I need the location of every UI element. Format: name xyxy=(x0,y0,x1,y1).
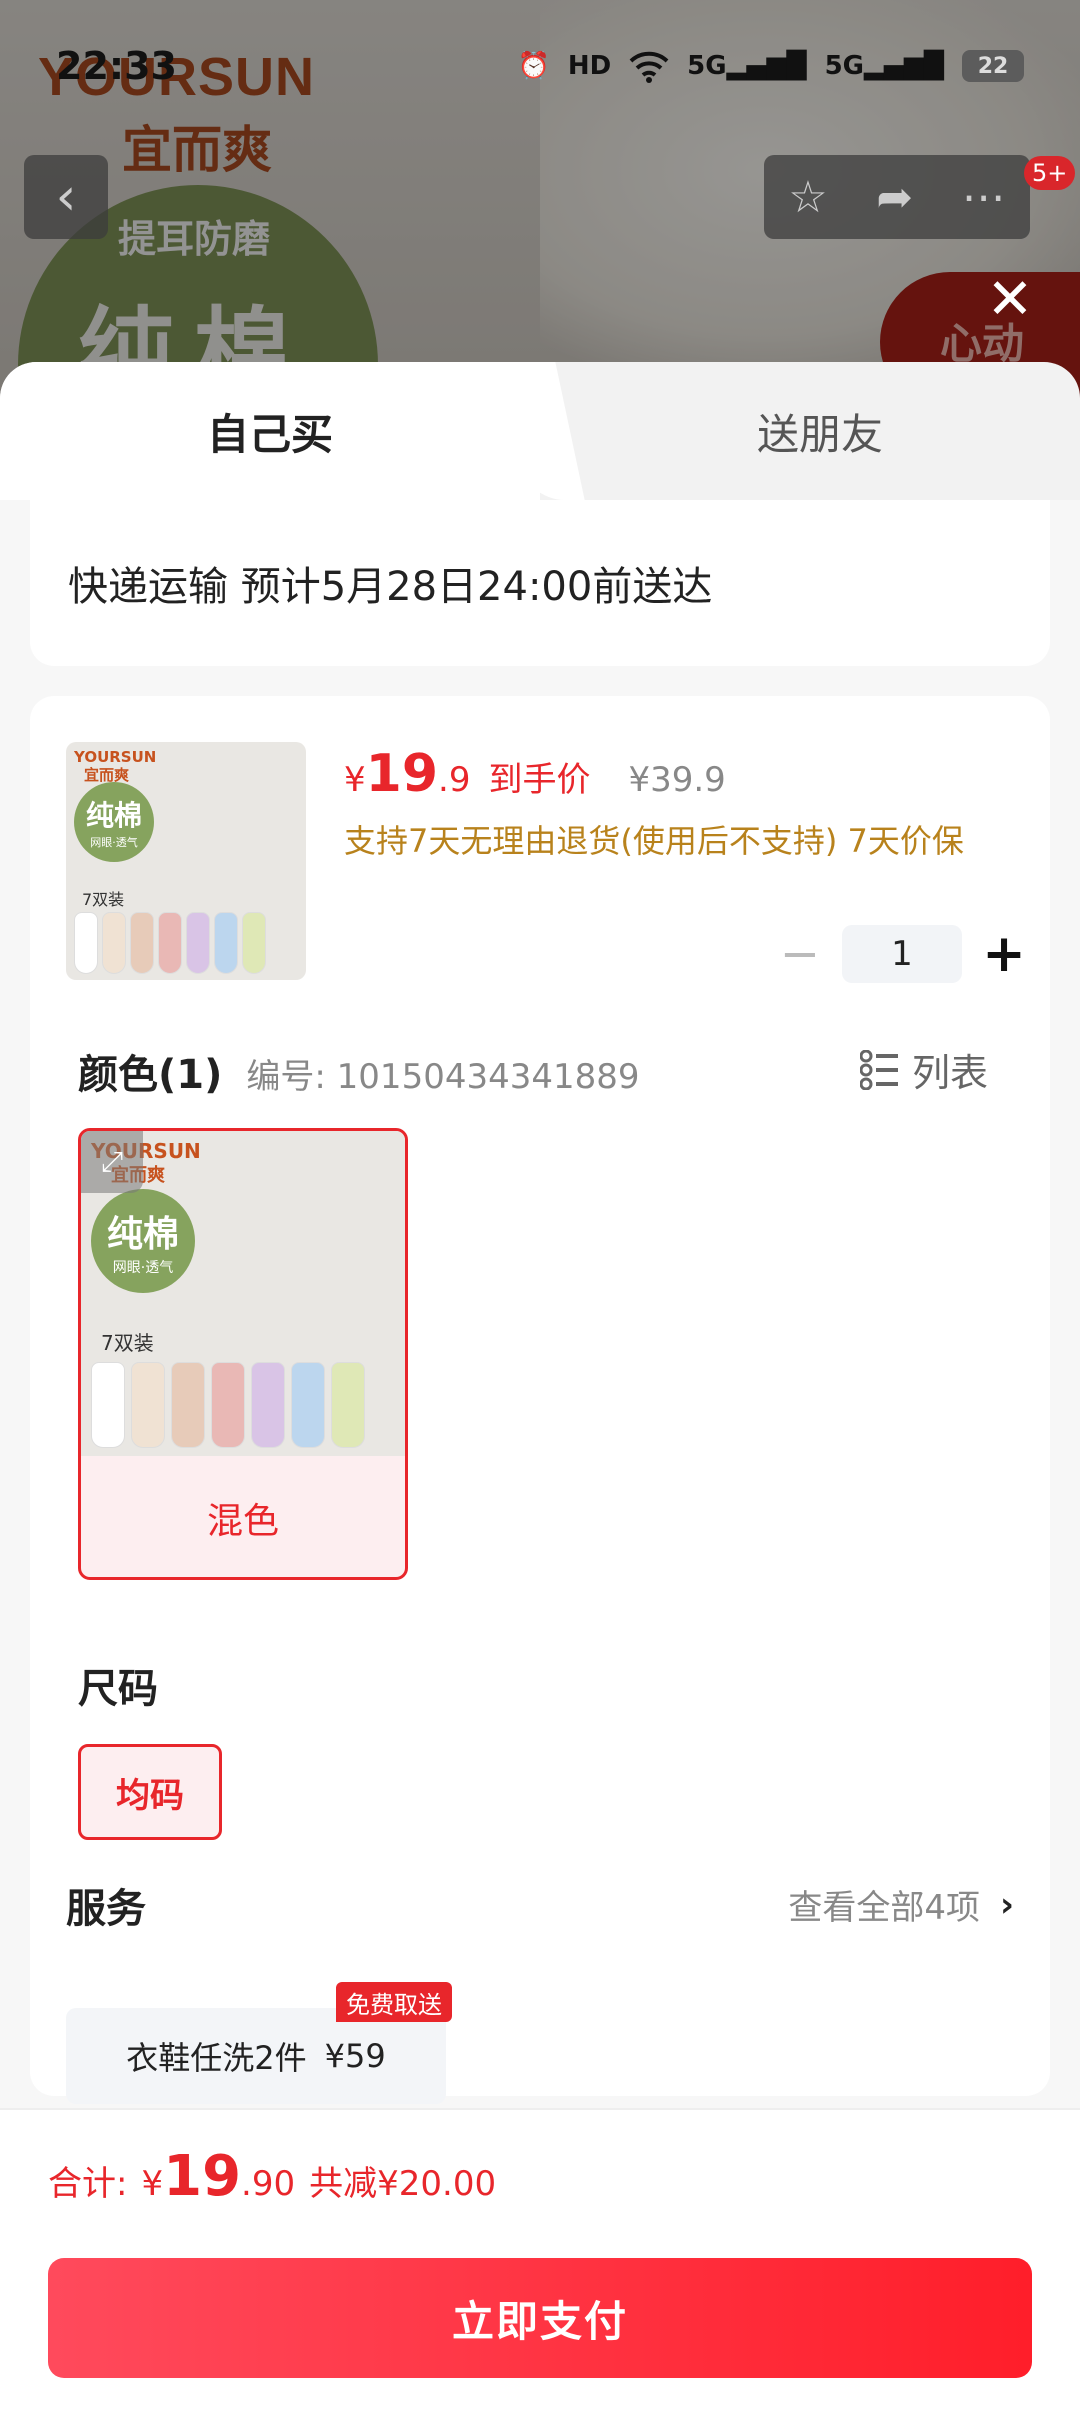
sock-swatch xyxy=(214,912,238,974)
thumb-socks xyxy=(74,912,266,974)
color-option-label: 混色 xyxy=(206,1501,279,1542)
tab-label: 自己买 xyxy=(206,409,333,459)
order-total: 合计: ¥ 19 .90 共减¥20.00 xyxy=(48,2144,496,2209)
close-icon[interactable]: ✕ xyxy=(982,272,1038,328)
list-view-label: 列表 xyxy=(911,1051,988,1095)
quantity-stepper: − 1 + xyxy=(770,924,1034,984)
total-integer: 19 xyxy=(163,2144,242,2209)
tab-label: 送朋友 xyxy=(756,409,883,459)
view-all-label: 查看全部4项 xyxy=(788,1888,980,1928)
color-header: 颜色(1) 编号: 10150434341889 列表 xyxy=(78,1042,1038,1100)
status-time: 22:33 xyxy=(56,44,177,88)
option-pairs: 7双装 xyxy=(101,1331,154,1355)
thumb-badge: 纯棉 网眼·透气 xyxy=(74,782,154,862)
sock-swatch xyxy=(291,1362,325,1448)
sku-selector-card: YOURSUN 宜而爽 纯棉 网眼·透气 7双装 ¥ 19 .9 到手价 ¥39.… xyxy=(30,696,1050,2104)
product-thumbnail[interactable]: YOURSUN 宜而爽 纯棉 网眼·透气 7双装 xyxy=(66,742,306,980)
more-icon[interactable]: ⋯ xyxy=(962,172,1006,223)
total-saving: 共减¥20.00 xyxy=(309,2164,497,2204)
option-socks xyxy=(91,1362,365,1448)
nav-actions: ☆ ➦ ⋯ xyxy=(764,155,1030,239)
sku-code: 编号: 10150434341889 xyxy=(246,1057,640,1097)
sock-swatch xyxy=(186,912,210,974)
chevron-right-icon: › xyxy=(999,1884,1014,1925)
price-currency: ¥ xyxy=(344,760,366,800)
sock-swatch xyxy=(211,1362,245,1448)
price-line: ¥ 19 .9 到手价 ¥39.9 xyxy=(344,744,726,804)
pay-now-button[interactable]: 立即支付 xyxy=(48,2258,1032,2378)
alarm-icon: ⏰ xyxy=(517,51,550,81)
sock-swatch xyxy=(251,1362,285,1448)
checkout-bar: 合计: ¥ 19 .90 共减¥20.00 立即支付 xyxy=(0,2108,1080,2412)
zoom-icon[interactable]: ⤢ xyxy=(81,1131,143,1193)
price-label: 到手价 xyxy=(488,760,591,800)
sock-swatch xyxy=(171,1362,205,1448)
service-option-laundry[interactable]: 衣鞋任洗2件 ¥59 xyxy=(66,2008,446,2104)
sock-swatch xyxy=(130,912,154,974)
back-button[interactable]: ‹ xyxy=(24,155,108,239)
wifi-icon xyxy=(629,48,669,84)
color-option-image: YOURSUN 宜而爽 纯棉网眼·透气 7双装 ⤢ xyxy=(81,1131,405,1456)
sock-swatch xyxy=(102,912,126,974)
service-item-price: ¥59 xyxy=(324,2037,386,2075)
sock-swatch xyxy=(91,1362,125,1448)
option-badge: 纯棉 网眼·透气 xyxy=(91,1189,195,1293)
sock-swatch xyxy=(331,1362,365,1448)
thumb-pairs: 7双装 xyxy=(82,890,125,909)
free-pickup-badge: 免费取送 xyxy=(336,1982,452,2022)
sock-swatch xyxy=(158,912,182,974)
sock-swatch xyxy=(131,1362,165,1448)
list-icon xyxy=(859,1049,900,1090)
view-all-services-link[interactable]: 查看全部4项 › xyxy=(788,1880,1014,1929)
battery-icon: 22 xyxy=(962,50,1024,82)
hd-icon: HD xyxy=(567,51,612,81)
share-icon[interactable]: ➦ xyxy=(876,172,913,223)
list-view-button[interactable]: 列表 xyxy=(859,1042,988,1097)
total-currency: ¥ xyxy=(141,2164,164,2204)
total-decimal: .90 xyxy=(241,2164,296,2204)
price-integer: 19 xyxy=(365,744,439,804)
tab-buy-for-self[interactable]: 自己买 xyxy=(0,362,540,500)
size-option-one-size[interactable]: 均码 xyxy=(78,1744,222,1840)
price-decimal: .9 xyxy=(438,760,471,800)
original-price: ¥39.9 xyxy=(628,760,726,800)
tab-send-to-friend[interactable]: 送朋友 xyxy=(560,362,1080,500)
purchase-sheet: 自己买 送朋友 快递运输 预计5月28日24:00前送达 YOURSUN 宜而爽… xyxy=(0,362,1080,2412)
service-title: 服务 xyxy=(66,1886,146,1932)
sock-swatch xyxy=(242,912,266,974)
total-label: 合计: xyxy=(48,2164,128,2204)
quantity-minus-button[interactable]: − xyxy=(770,924,830,984)
return-policy-note: 支持7天无理由退货(使用后不支持) 7天价保 xyxy=(344,822,964,860)
signal-5g-icon-2: 5G ▂▄▆█ xyxy=(824,51,944,81)
status-icons: ⏰ HD 5G ▂▄▆█ 5G ▂▄▆█ 22 xyxy=(517,48,1024,84)
service-item-label: 衣鞋任洗2件 xyxy=(126,2039,307,2077)
signal-5g-icon-1: 5G ▂▄▆█ xyxy=(687,51,807,81)
size-title: 尺码 xyxy=(78,1666,158,1712)
status-bar: 22:33 ⏰ HD 5G ▂▄▆█ 5G ▂▄▆█ 22 xyxy=(0,0,1080,140)
color-option-mixed[interactable]: YOURSUN 宜而爽 纯棉网眼·透气 7双装 ⤢ 混色 xyxy=(78,1128,408,1580)
quantity-plus-button[interactable]: + xyxy=(974,924,1034,984)
chevron-left-icon: ‹ xyxy=(55,167,77,227)
star-icon[interactable]: ☆ xyxy=(788,172,827,223)
message-badge: 5+ xyxy=(1024,156,1076,190)
quantity-value[interactable]: 1 xyxy=(842,925,962,983)
sock-swatch xyxy=(74,912,98,974)
shipping-info: 快递运输 预计5月28日24:00前送达 xyxy=(30,500,1050,666)
color-title: 颜色(1) xyxy=(78,1052,223,1098)
